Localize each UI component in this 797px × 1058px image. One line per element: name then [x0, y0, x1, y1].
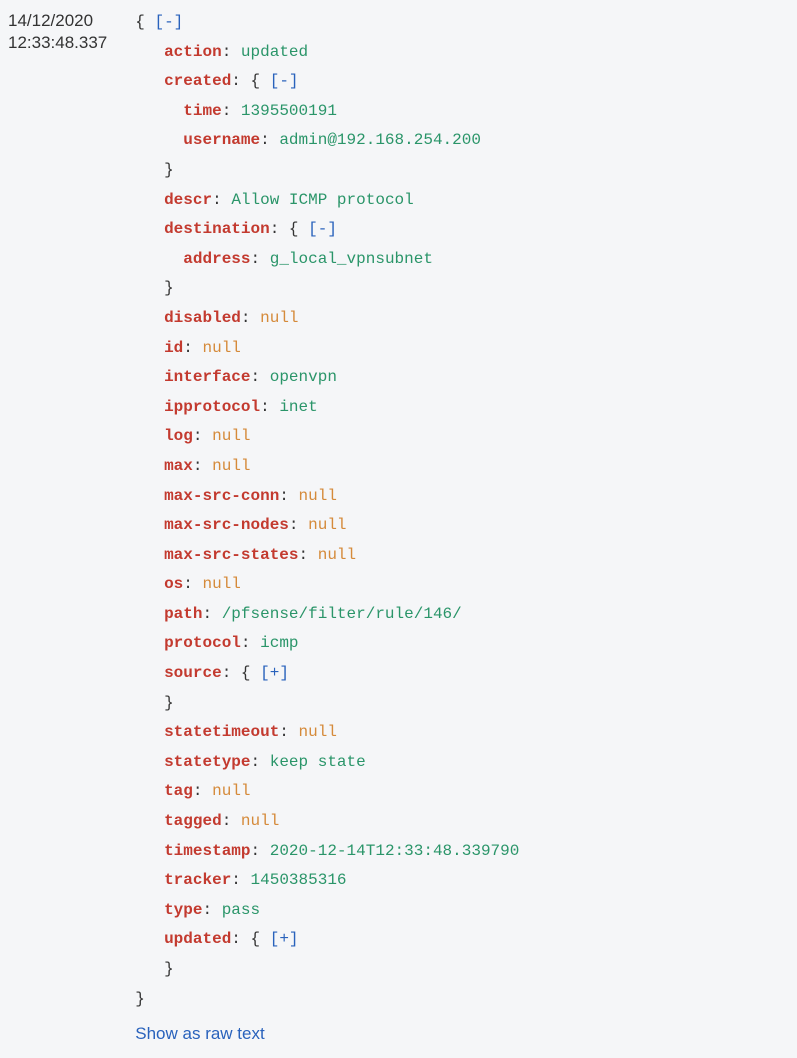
field-max: max: null	[135, 452, 519, 482]
field-log: log: null	[135, 422, 519, 452]
field-created-close: }	[135, 156, 519, 186]
json-close-brace: }	[135, 985, 519, 1015]
field-action: action: updated	[135, 38, 519, 68]
field-protocol: protocol: icmp	[135, 629, 519, 659]
expand-toggle-updated[interactable]: [+]	[270, 930, 299, 948]
event-time: 12:33:48.337	[8, 32, 107, 54]
timestamp-column: 14/12/2020 12:33:48.337	[8, 8, 107, 1050]
event-date: 14/12/2020	[8, 10, 107, 32]
field-updated-open: updated: { [+]	[135, 925, 519, 955]
field-max-src-conn: max-src-conn: null	[135, 482, 519, 512]
field-timestamp: timestamp: 2020-12-14T12:33:48.339790	[135, 837, 519, 867]
field-destination-open: destination: { [-]	[135, 215, 519, 245]
field-source-open: source: { [+]	[135, 659, 519, 689]
field-tagged: tagged: null	[135, 807, 519, 837]
field-destination-address: address: g_local_vpnsubnet	[135, 245, 519, 275]
field-statetype: statetype: keep state	[135, 748, 519, 778]
json-tree: { [-] action: updated created: { [-] tim…	[135, 8, 519, 1050]
field-updated-close: }	[135, 955, 519, 985]
field-tag: tag: null	[135, 777, 519, 807]
expand-toggle-source[interactable]: [+]	[260, 664, 289, 682]
field-id: id: null	[135, 334, 519, 364]
show-raw-text-link[interactable]: Show as raw text	[135, 1018, 519, 1049]
field-statetimeout: statetimeout: null	[135, 718, 519, 748]
field-ipprotocol: ipprotocol: inet	[135, 393, 519, 423]
field-destination-close: }	[135, 274, 519, 304]
field-max-src-nodes: max-src-nodes: null	[135, 511, 519, 541]
field-interface: interface: openvpn	[135, 363, 519, 393]
field-descr: descr: Allow ICMP protocol	[135, 186, 519, 216]
collapse-toggle-created[interactable]: [-]	[270, 72, 299, 90]
field-type: type: pass	[135, 896, 519, 926]
collapse-toggle-destination[interactable]: [-]	[308, 220, 337, 238]
field-disabled: disabled: null	[135, 304, 519, 334]
log-event-container: 14/12/2020 12:33:48.337 { [-] action: up…	[8, 8, 789, 1050]
field-created-username: username: admin@192.168.254.200	[135, 126, 519, 156]
collapse-toggle-root[interactable]: [-]	[154, 13, 183, 31]
field-created-time: time: 1395500191	[135, 97, 519, 127]
field-path: path: /pfsense/filter/rule/146/	[135, 600, 519, 630]
field-source-close: }	[135, 689, 519, 719]
field-tracker: tracker: 1450385316	[135, 866, 519, 896]
json-open-brace: { [-]	[135, 8, 519, 38]
field-max-src-states: max-src-states: null	[135, 541, 519, 571]
field-created-open: created: { [-]	[135, 67, 519, 97]
field-os: os: null	[135, 570, 519, 600]
